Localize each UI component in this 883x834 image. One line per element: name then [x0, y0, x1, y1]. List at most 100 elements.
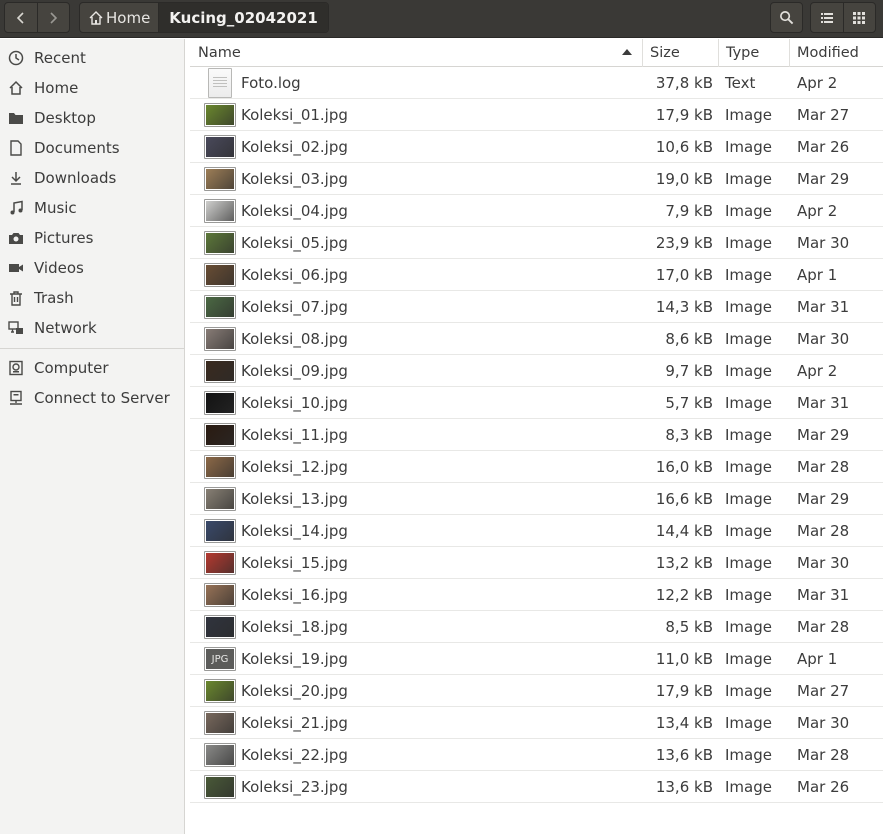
navigation-buttons [4, 2, 70, 33]
file-row[interactable]: Koleksi_08.jpg 8,6 kB Image Mar 30 [190, 323, 883, 355]
file-modified: Mar 28 [797, 522, 850, 540]
image-thumbnail [204, 615, 236, 639]
column-header-name[interactable]: Name [198, 39, 642, 67]
breadcrumb: Home Kucing_02042021 [79, 2, 329, 33]
header-bar: Home Kucing_02042021 [0, 0, 883, 38]
file-row[interactable]: Koleksi_22.jpg 13,6 kB Image Mar 28 [190, 739, 883, 771]
list-view-button[interactable] [811, 3, 843, 32]
file-row[interactable]: Foto.log 37,8 kB Text Apr 2 [190, 67, 883, 99]
forward-button[interactable] [36, 3, 70, 32]
breadcrumb-home[interactable]: Home [80, 3, 158, 32]
file-modified: Apr 1 [797, 266, 838, 284]
document-icon [7, 139, 25, 157]
file-row[interactable]: Koleksi_03.jpg 19,0 kB Image Mar 29 [190, 163, 883, 195]
list-view-icon [820, 12, 833, 23]
file-row[interactable]: Koleksi_11.jpg 8,3 kB Image Mar 29 [190, 419, 883, 451]
breadcrumb-current-label: Kucing_02042021 [169, 8, 318, 27]
file-size: 37,8 kB [655, 74, 713, 92]
sidebar-item-trash[interactable]: Trash [0, 283, 185, 313]
file-name: Koleksi_06.jpg [241, 266, 348, 284]
sidebar-item-recent[interactable]: Recent [0, 43, 185, 73]
file-row[interactable]: Koleksi_04.jpg 7,9 kB Image Apr 2 [190, 195, 883, 227]
file-row[interactable]: Koleksi_06.jpg 17,0 kB Image Apr 1 [190, 259, 883, 291]
sidebar-item-music[interactable]: Music [0, 193, 185, 223]
file-type: Image [725, 490, 772, 508]
file-modified: Mar 29 [797, 490, 850, 508]
file-type: Image [725, 362, 772, 380]
column-header-modified[interactable]: Modified [789, 39, 883, 67]
file-name: Koleksi_05.jpg [241, 234, 348, 252]
file-name: Koleksi_09.jpg [241, 362, 348, 380]
file-modified: Mar 29 [797, 170, 850, 188]
image-file-icon-label: JPG [211, 653, 229, 665]
file-modified: Mar 26 [797, 778, 850, 796]
file-type: Image [725, 298, 772, 316]
file-size: 8,5 kB [665, 618, 713, 636]
file-name: Koleksi_20.jpg [241, 682, 348, 700]
column-header-type-label: Type [726, 45, 760, 61]
sidebar-item-downloads[interactable]: Downloads [0, 163, 185, 193]
file-row[interactable]: Koleksi_18.jpg 8,5 kB Image Mar 28 [190, 611, 883, 643]
sidebar-item-label: Videos [34, 259, 84, 277]
image-thumbnail [204, 487, 236, 511]
music-icon [7, 199, 25, 217]
sidebar-item-computer[interactable]: Computer [0, 353, 185, 383]
file-row[interactable]: Koleksi_15.jpg 13,2 kB Image Mar 30 [190, 547, 883, 579]
file-row[interactable]: Koleksi_16.jpg 12,2 kB Image Mar 31 [190, 579, 883, 611]
grid-view-icon [853, 11, 866, 24]
file-row[interactable]: Koleksi_07.jpg 14,3 kB Image Mar 31 [190, 291, 883, 323]
grid-view-button[interactable] [842, 3, 876, 32]
sidebar-item-pictures[interactable]: Pictures [0, 223, 185, 253]
image-file-icon: JPG [204, 647, 236, 671]
file-size: 11,0 kB [655, 650, 713, 668]
file-size: 9,7 kB [665, 362, 713, 380]
sidebar-item-documents[interactable]: Documents [0, 133, 185, 163]
sidebar-item-videos[interactable]: Videos [0, 253, 185, 283]
file-row[interactable]: Koleksi_12.jpg 16,0 kB Image Mar 28 [190, 451, 883, 483]
file-modified: Mar 30 [797, 714, 850, 732]
file-row[interactable]: Koleksi_10.jpg 5,7 kB Image Mar 31 [190, 387, 883, 419]
column-header-name-label: Name [198, 45, 241, 61]
file-row[interactable]: Koleksi_20.jpg 17,9 kB Image Mar 27 [190, 675, 883, 707]
file-type: Image [725, 554, 772, 572]
sidebar-item-network[interactable]: Network [0, 313, 185, 343]
breadcrumb-home-label: Home [106, 8, 151, 27]
file-name: Koleksi_14.jpg [241, 522, 348, 540]
file-size: 8,6 kB [665, 330, 713, 348]
file-size: 10,6 kB [655, 138, 713, 156]
image-thumbnail [204, 135, 236, 159]
image-thumbnail [204, 199, 236, 223]
file-size: 16,6 kB [655, 490, 713, 508]
sidebar-item-label: Computer [34, 359, 109, 377]
file-row[interactable]: Koleksi_14.jpg 14,4 kB Image Mar 28 [190, 515, 883, 547]
sidebar-item-desktop[interactable]: Desktop [0, 103, 185, 133]
file-name: Foto.log [241, 74, 301, 92]
file-modified: Mar 30 [797, 330, 850, 348]
column-header-type[interactable]: Type [718, 39, 789, 67]
file-name: Koleksi_03.jpg [241, 170, 348, 188]
image-thumbnail [204, 167, 236, 191]
back-button[interactable] [5, 3, 37, 32]
file-size: 12,2 kB [655, 586, 713, 604]
file-row[interactable]: JPG Koleksi_19.jpg 11,0 kB Image Apr 1 [190, 643, 883, 675]
column-header-size[interactable]: Size [642, 39, 718, 67]
clock-icon [7, 49, 25, 67]
file-row[interactable]: Koleksi_09.jpg 9,7 kB Image Apr 2 [190, 355, 883, 387]
image-thumbnail [204, 391, 236, 415]
file-row[interactable]: Koleksi_05.jpg 23,9 kB Image Mar 30 [190, 227, 883, 259]
file-modified: Mar 27 [797, 106, 850, 124]
file-row[interactable]: Koleksi_01.jpg 17,9 kB Image Mar 27 [190, 99, 883, 131]
image-thumbnail [204, 423, 236, 447]
search-button[interactable] [770, 2, 803, 33]
file-row[interactable]: Koleksi_13.jpg 16,6 kB Image Mar 29 [190, 483, 883, 515]
breadcrumb-current-folder[interactable]: Kucing_02042021 [158, 3, 328, 32]
file-row[interactable]: Koleksi_02.jpg 10,6 kB Image Mar 26 [190, 131, 883, 163]
image-thumbnail [204, 455, 236, 479]
search-icon [780, 11, 794, 25]
sidebar-item-connect-to-server[interactable]: Connect to Server [0, 383, 185, 413]
file-size: 14,3 kB [655, 298, 713, 316]
file-row[interactable]: Koleksi_23.jpg 13,6 kB Image Mar 26 [190, 771, 883, 803]
sidebar-item-home[interactable]: Home [0, 73, 185, 103]
file-name: Koleksi_01.jpg [241, 106, 348, 124]
file-row[interactable]: Koleksi_21.jpg 13,4 kB Image Mar 30 [190, 707, 883, 739]
